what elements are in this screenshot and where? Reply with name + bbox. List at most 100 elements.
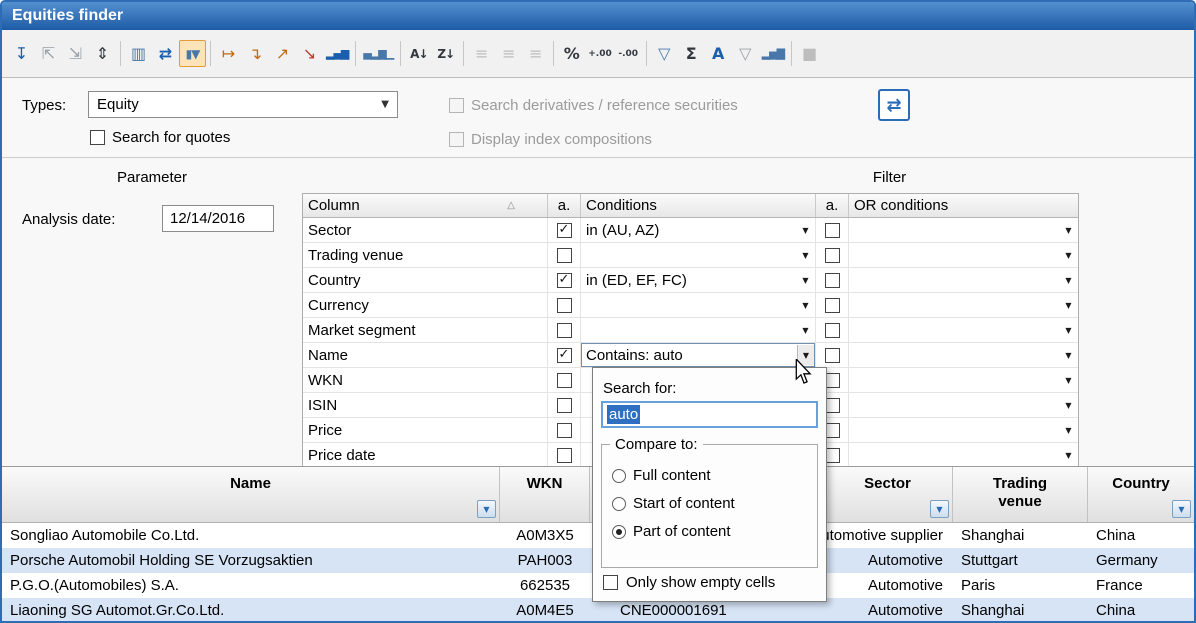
column-filter-button[interactable] [930,500,949,518]
or-condition-cell[interactable] [849,418,1078,442]
radio-full-content[interactable]: Full content [612,467,711,484]
condition-cell[interactable] [581,318,816,342]
header-name[interactable]: Name [2,467,500,522]
header-sector[interactable]: Sector [823,467,953,522]
filter-column-name[interactable]: Price date [303,443,548,466]
and-checkbox[interactable] [557,248,572,263]
or-dropdown-button[interactable] [1060,395,1077,415]
increase-decimal-icon[interactable]: +.00 [585,40,614,67]
or-dropdown-button[interactable] [1060,320,1077,340]
or-dropdown-button[interactable] [1060,420,1077,440]
titlebar[interactable]: Equities finder [2,2,1194,30]
radio-part-of-content[interactable]: Part of content [612,523,731,540]
arrow-down-chart-icon[interactable]: ↴ [242,40,269,67]
sort-ascending-icon[interactable]: A↓ [405,40,432,67]
chart-icon[interactable]: ▂▅▇ [759,40,787,67]
and-checkbox[interactable] [557,348,572,363]
analysis-date-input[interactable] [162,205,274,232]
condition-cell[interactable] [581,293,816,317]
percent-icon[interactable]: % [558,40,585,67]
only-empty-cells-option[interactable]: Only show empty cells [603,574,775,591]
sum-icon[interactable]: Σ [678,40,705,67]
align-left-icon[interactable]: ≡ [468,40,495,67]
or-dropdown-button[interactable] [1060,445,1077,466]
conditions-header[interactable]: Conditions [581,194,816,217]
funnel-icon[interactable]: ▽ [732,40,759,67]
export-icon[interactable]: ↧ [8,40,35,67]
or-dropdown-button[interactable] [1060,370,1077,390]
decrease-decimal-icon[interactable]: -.00 [615,40,642,67]
or-condition-cell[interactable] [849,218,1078,242]
and-checkbox[interactable] [557,323,572,338]
or-dropdown-button[interactable] [1060,345,1077,365]
arrow-up-chart-icon[interactable]: ↗ [269,40,296,67]
filter-column-name[interactable]: Market segment [303,318,548,342]
expand-window-icon[interactable]: ⇲ [62,40,89,67]
filter-column-name[interactable]: ISIN [303,393,548,417]
filter-column-name[interactable]: Trading venue [303,243,548,267]
or-checkbox[interactable] [825,348,840,363]
filter-column-name[interactable]: Price [303,418,548,442]
and-checkbox[interactable] [557,448,572,463]
filter-view-icon[interactable]: ▮▼ [179,40,206,67]
condition-cell[interactable]: in (AU, AZ) [581,218,816,242]
condition-dropdown-button[interactable] [797,295,814,315]
or-conditions-header[interactable]: OR conditions [849,194,1078,217]
filter-funnel-icon[interactable]: ▽ [651,40,678,67]
or-condition-cell[interactable] [849,293,1078,317]
histogram-icon[interactable]: ▄▂▆▁ [360,40,396,67]
and-checkbox[interactable] [557,223,572,238]
or-dropdown-button[interactable] [1060,295,1077,315]
or-condition-cell[interactable] [849,443,1078,466]
or-dropdown-button[interactable] [1060,220,1077,240]
or-condition-cell[interactable] [849,343,1078,367]
and-checkbox[interactable] [557,273,572,288]
arrow-right-chart-icon[interactable]: ↦ [215,40,242,67]
filter-column-name[interactable]: Currency [303,293,548,317]
or-checkbox[interactable] [825,323,840,338]
shrink-window-icon[interactable]: ⇱ [35,40,62,67]
align-center-icon[interactable]: ≡ [495,40,522,67]
bar-values-icon[interactable]: ▂▄▆ [323,40,351,67]
or-checkbox[interactable] [825,298,840,313]
types-select[interactable]: Equity ▼ [88,91,398,118]
or-dropdown-button[interactable] [1060,245,1077,265]
column-filter-button[interactable] [1172,500,1191,518]
and-checkbox[interactable] [557,398,572,413]
sort-descending-icon[interactable]: Z↓ [432,40,459,67]
and-header[interactable]: a. [548,194,581,217]
search-input[interactable]: auto [601,401,818,428]
search-quotes-option[interactable]: Search for quotes [90,129,230,146]
fit-height-icon[interactable]: ⇕ [89,40,116,67]
condition-combobox[interactable]: Contains: auto [581,343,816,367]
or-checkbox[interactable] [825,248,840,263]
and-checkbox[interactable] [557,298,572,313]
or-condition-cell[interactable] [849,243,1078,267]
refresh-data-icon[interactable]: ⇄ [152,40,179,67]
and-checkbox[interactable] [557,373,572,388]
or-condition-cell[interactable] [849,268,1078,292]
or-checkbox[interactable] [825,273,840,288]
header-wkn[interactable]: WKN [500,467,590,522]
or-dropdown-button[interactable] [1060,270,1077,290]
condition-dropdown-button[interactable] [797,320,814,340]
condition-cell[interactable] [581,243,816,267]
filter-column-name[interactable]: WKN [303,368,548,392]
only-empty-cells-checkbox[interactable] [603,575,618,590]
column-header[interactable]: Column △ [303,194,548,217]
filter-column-name[interactable]: Name [303,343,548,367]
condition-dropdown-button[interactable] [797,270,814,290]
and-checkbox[interactable] [557,423,572,438]
header-country[interactable]: Country [1088,467,1194,522]
condition-cell[interactable]: in (ED, EF, FC) [581,268,816,292]
condition-dropdown-button[interactable] [797,245,814,265]
or-and-header[interactable]: a. [816,194,849,217]
refresh-button[interactable]: ⇄ [878,89,910,121]
condition-dropdown-button[interactable] [797,220,814,240]
or-checkbox[interactable] [825,223,840,238]
radio-start-of-content[interactable]: Start of content [612,495,735,512]
column-filter-button[interactable] [477,500,496,518]
arrow-down-red-icon[interactable]: ↘ [296,40,323,67]
or-condition-cell[interactable] [849,368,1078,392]
or-condition-cell[interactable] [849,318,1078,342]
